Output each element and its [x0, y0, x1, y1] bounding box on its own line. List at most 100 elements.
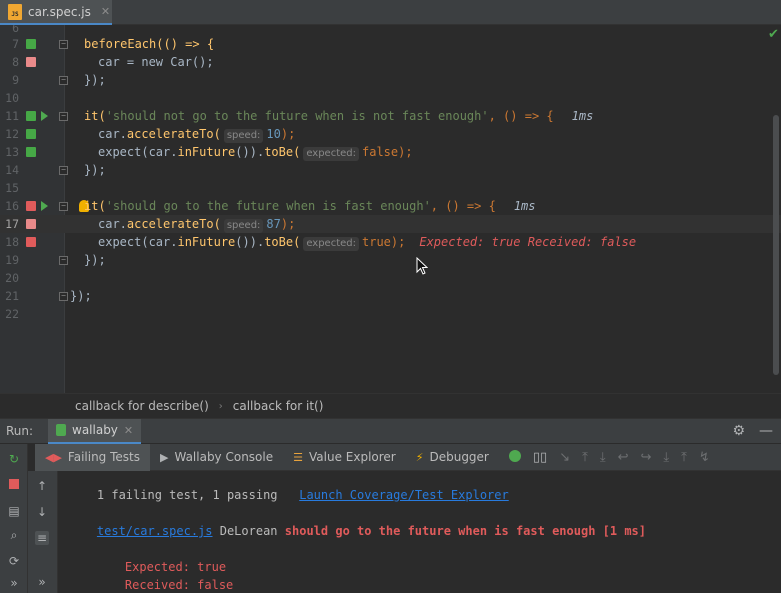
- console-icon: ▶: [160, 450, 169, 464]
- fold-icon[interactable]: −: [59, 40, 68, 49]
- received-value: Received: false: [124, 578, 234, 592]
- fold-icon[interactable]: −: [59, 76, 68, 85]
- code-text: it('should not go to the future when is …: [84, 109, 594, 123]
- line-number: 19: [5, 253, 19, 267]
- code-editor[interactable]: ✔ 6 7 − beforeEach(() => { 8 car = new C…: [0, 25, 781, 393]
- code-line: 12 car.accelerateTo(speed: 10);: [0, 125, 781, 143]
- coverage-marker: [26, 111, 36, 121]
- code-line: 22: [0, 305, 781, 323]
- chevron-right-icon: ›: [218, 400, 223, 412]
- layout-icon[interactable]: ▤: [7, 504, 21, 518]
- parameter-hint: expected:: [303, 237, 359, 251]
- code-line: 10: [0, 89, 781, 107]
- failing-tests-icon: ◀▶: [45, 450, 62, 464]
- suite-name: DeLorean: [219, 524, 278, 538]
- parameter-hint: expected:: [303, 147, 359, 161]
- rerun-icon[interactable]: ↻: [7, 452, 21, 466]
- stop-icon[interactable]: [7, 478, 21, 492]
- fold-icon[interactable]: −: [59, 256, 68, 265]
- bug-icon[interactable]: [508, 449, 521, 462]
- code-line: 8 car = new Car();: [0, 53, 781, 71]
- parameter-hint: speed:: [223, 129, 264, 143]
- line-number: 13: [5, 145, 19, 159]
- received-line: Received: false: [96, 564, 233, 593]
- debugger-toolbar: ▯▯ ↘ ⤒ ⤓ ↩ ↪ ⤓ ⤒ ↯: [508, 449, 710, 465]
- step-up-icon[interactable]: ⤒: [582, 450, 588, 465]
- coverage-marker: [26, 201, 36, 211]
- code-text: expect(car.inFuture()).toBe(expected: fal…: [98, 145, 413, 161]
- code-line: 19 − });: [0, 251, 781, 269]
- refresh-icon[interactable]: ⟳: [7, 554, 21, 568]
- gear-icon[interactable]: ⚙: [732, 423, 745, 439]
- test-file-link[interactable]: test/car.spec.js: [97, 524, 213, 538]
- fold-icon[interactable]: −: [59, 202, 68, 211]
- run-tab-label: wallaby: [72, 423, 118, 437]
- line-number: 14: [5, 163, 19, 177]
- code-text: });: [84, 163, 106, 177]
- code-text: it('should go to the future when is fast…: [84, 199, 536, 213]
- code-text: });: [84, 253, 106, 267]
- search-icon[interactable]: ⌕: [7, 528, 21, 542]
- editor-tab-bar: JS car.spec.js ✕: [0, 0, 781, 25]
- arrow-up-icon[interactable]: ↑: [35, 479, 49, 493]
- code-line: 7 − beforeEach(() => {: [0, 35, 781, 53]
- fold-icon[interactable]: −: [59, 292, 68, 301]
- code-line: 18 expect(car.inFuture()).toBe(expected:…: [0, 233, 781, 251]
- run-test-icon[interactable]: [41, 111, 48, 121]
- step-back-icon[interactable]: ↩: [618, 450, 629, 465]
- step-over-icon[interactable]: ↘: [559, 450, 570, 465]
- fold-icon[interactable]: −: [59, 166, 68, 175]
- tab-car-spec[interactable]: JS car.spec.js ✕: [0, 0, 112, 25]
- book-icon[interactable]: ▯▯: [533, 450, 547, 465]
- test-summary: 1 failing test, 1 passing: [96, 488, 278, 502]
- close-icon[interactable]: ✕: [124, 424, 133, 437]
- code-line-current: 17 car.accelerateTo(speed: 87);: [0, 215, 781, 233]
- step-into-icon[interactable]: ⤓: [663, 450, 669, 465]
- line-number: 8: [12, 55, 19, 69]
- arrow-down-icon[interactable]: ↓: [35, 505, 49, 519]
- step-out-icon[interactable]: ⤒: [681, 450, 687, 465]
- inline-error-message: Expected: true Received: false: [419, 235, 637, 249]
- mouse-pointer-icon: [416, 257, 428, 275]
- run-to-cursor-icon[interactable]: ↯: [699, 450, 710, 465]
- more-icon[interactable]: »: [35, 575, 49, 589]
- line-number: 9: [12, 73, 19, 87]
- code-text: });: [84, 73, 106, 87]
- run-tab-wallaby[interactable]: wallaby ✕: [48, 418, 142, 444]
- line-number: 17: [5, 217, 19, 231]
- soft-wrap-icon[interactable]: ≡: [35, 531, 49, 545]
- code-line: 21 − });: [0, 287, 781, 305]
- tab-value-explorer[interactable]: ☰ Value Explorer: [283, 444, 406, 471]
- tab-label: Debugger: [429, 450, 489, 464]
- tab-title: car.spec.js: [28, 4, 91, 19]
- test-output-console[interactable]: 1 failing test, 1 passing Launch Coverag…: [58, 471, 781, 593]
- close-icon[interactable]: ✕: [101, 5, 110, 18]
- step-forward-icon[interactable]: ↪: [641, 450, 652, 465]
- line-number: 7: [12, 37, 19, 51]
- coverage-marker: [26, 57, 36, 67]
- breadcrumb-item[interactable]: callback for describe(): [75, 399, 209, 413]
- minimize-icon[interactable]: —: [759, 423, 773, 439]
- tab-wallaby-console[interactable]: ▶ Wallaby Console: [150, 444, 283, 471]
- run-label: Run:: [6, 424, 34, 438]
- list-icon: ☰: [293, 450, 303, 464]
- fold-icon[interactable]: −: [59, 112, 68, 121]
- run-test-icon[interactable]: [41, 201, 48, 211]
- code-line: 13 expect(car.inFuture()).toBe(expected:…: [0, 143, 781, 161]
- step-down-icon[interactable]: ⤓: [600, 450, 606, 465]
- launch-coverage-link[interactable]: Launch Coverage/Test Explorer: [299, 488, 509, 502]
- more-icon[interactable]: »: [7, 576, 21, 590]
- vertical-scrollbar[interactable]: [773, 115, 779, 375]
- failing-test-name: should go to the future when is fast eno…: [284, 524, 646, 538]
- code-line: 20: [0, 269, 781, 287]
- lightning-icon: ⚡: [415, 450, 424, 464]
- coverage-marker: [26, 147, 36, 157]
- breadcrumb-item[interactable]: callback for it(): [233, 399, 324, 413]
- line-number: 16: [5, 199, 19, 213]
- line-number: 20: [5, 271, 19, 285]
- code-text: car = new Car();: [98, 55, 214, 69]
- tab-debugger[interactable]: ⚡ Debugger: [406, 444, 499, 471]
- coverage-marker: [26, 129, 36, 139]
- tab-failing-tests[interactable]: ◀▶ Failing Tests: [35, 443, 150, 471]
- breadcrumb: callback for describe() › callback for i…: [0, 393, 781, 418]
